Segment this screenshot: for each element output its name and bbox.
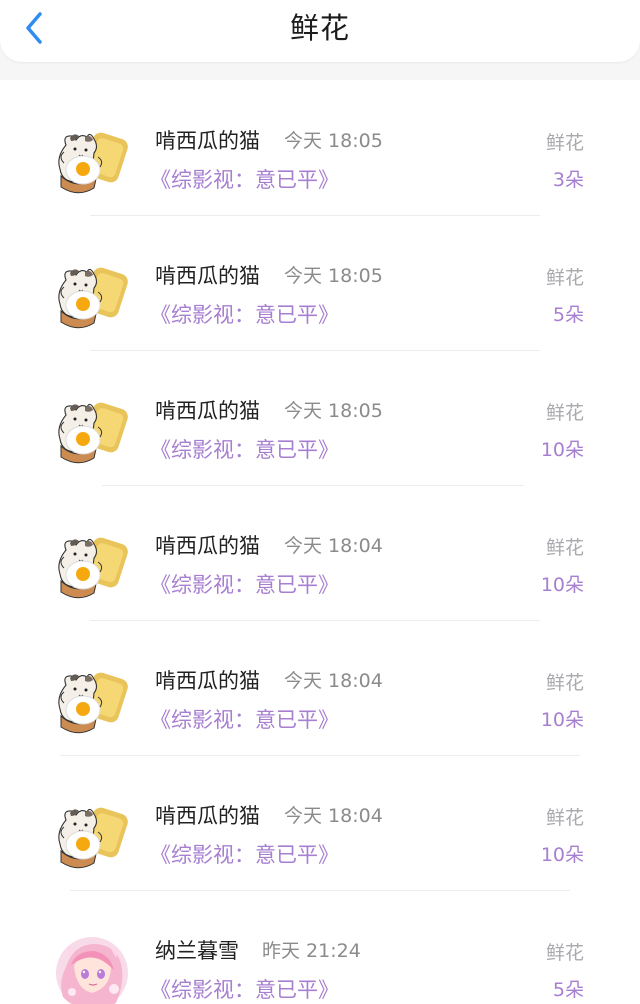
timestamp: 今天 18:05	[284, 400, 383, 422]
pink-anime-girl-avatar[interactable]	[54, 937, 130, 1004]
gift-count: 10朵	[540, 574, 584, 596]
cat-egg-toast-avatar[interactable]	[54, 262, 130, 334]
page-title: 鲜花	[289, 11, 350, 45]
gift-type: 鲜花	[545, 267, 584, 289]
cat-egg-toast-avatar[interactable]	[54, 802, 130, 874]
gift-record-row[interactable]: 啃西瓜的猫 今天 18:04 《综影视：意已平》 鲜花 10朵	[0, 620, 640, 756]
username[interactable]: 啃西瓜的猫	[155, 667, 260, 695]
cat-egg-toast-avatar[interactable]	[54, 532, 130, 604]
gift-record-row[interactable]: 啃西瓜的猫 今天 18:05 《综影视：意已平》 鲜花 5朵	[0, 215, 640, 351]
gift-records-page: 鲜花 啃西瓜的猫 今天 18:05 《综影视：意已平》 鲜花 3朵 啃西瓜的猫 …	[0, 0, 640, 1004]
gift-count: 10朵	[540, 844, 584, 866]
gift-type: 鲜花	[545, 537, 584, 559]
timestamp: 今天 18:05	[284, 265, 383, 287]
gift-count: 5朵	[552, 979, 584, 1001]
username[interactable]: 啃西瓜的猫	[155, 532, 260, 560]
gift-count: 10朵	[540, 439, 584, 461]
book-title-link[interactable]: 《综影视：意已平》	[150, 706, 339, 734]
gift-record-row[interactable]: 啃西瓜的猫 今天 18:04 《综影视：意已平》 鲜花 10朵	[0, 755, 640, 891]
gift-type: 鲜花	[545, 942, 584, 964]
gift-record-row[interactable]: 啃西瓜的猫 今天 18:05 《综影视：意已平》 鲜花 3朵	[0, 80, 640, 216]
gift-count: 5朵	[552, 304, 584, 326]
username[interactable]: 啃西瓜的猫	[155, 397, 260, 425]
username[interactable]: 啃西瓜的猫	[155, 262, 260, 290]
top-navigation-bar: 鲜花	[0, 0, 640, 62]
username[interactable]: 纳兰暮雪	[155, 937, 239, 965]
timestamp: 今天 18:04	[284, 670, 383, 692]
username[interactable]: 啃西瓜的猫	[155, 127, 260, 155]
gift-type: 鲜花	[545, 672, 584, 694]
book-title-link[interactable]: 《综影视：意已平》	[150, 301, 339, 329]
cat-egg-toast-avatar[interactable]	[54, 667, 130, 739]
gift-record-row[interactable]: 纳兰暮雪 昨天 21:24 《综影视：意已平》 鲜花 5朵	[0, 890, 640, 1004]
book-title-link[interactable]: 《综影视：意已平》	[150, 976, 339, 1004]
gift-type: 鲜花	[545, 132, 584, 154]
timestamp: 今天 18:05	[284, 130, 383, 152]
gift-type: 鲜花	[545, 402, 584, 424]
book-title-link[interactable]: 《综影视：意已平》	[150, 841, 339, 869]
gift-count: 10朵	[540, 709, 584, 731]
gift-record-row[interactable]: 啃西瓜的猫 今天 18:04 《综影视：意已平》 鲜花 10朵	[0, 485, 640, 621]
cat-egg-toast-avatar[interactable]	[54, 397, 130, 469]
username[interactable]: 啃西瓜的猫	[155, 802, 260, 830]
gift-type: 鲜花	[545, 807, 584, 829]
timestamp: 今天 18:04	[284, 535, 383, 557]
book-title-link[interactable]: 《综影视：意已平》	[150, 166, 339, 194]
timestamp: 今天 18:04	[284, 805, 383, 827]
gift-record-list: 啃西瓜的猫 今天 18:05 《综影视：意已平》 鲜花 3朵 啃西瓜的猫 今天 …	[0, 80, 640, 1004]
gift-count: 3朵	[552, 169, 584, 191]
timestamp: 昨天 21:24	[262, 940, 361, 962]
book-title-link[interactable]: 《综影视：意已平》	[150, 571, 339, 599]
cat-egg-toast-avatar[interactable]	[54, 127, 130, 199]
gift-record-row[interactable]: 啃西瓜的猫 今天 18:05 《综影视：意已平》 鲜花 10朵	[0, 350, 640, 486]
book-title-link[interactable]: 《综影视：意已平》	[150, 436, 339, 464]
